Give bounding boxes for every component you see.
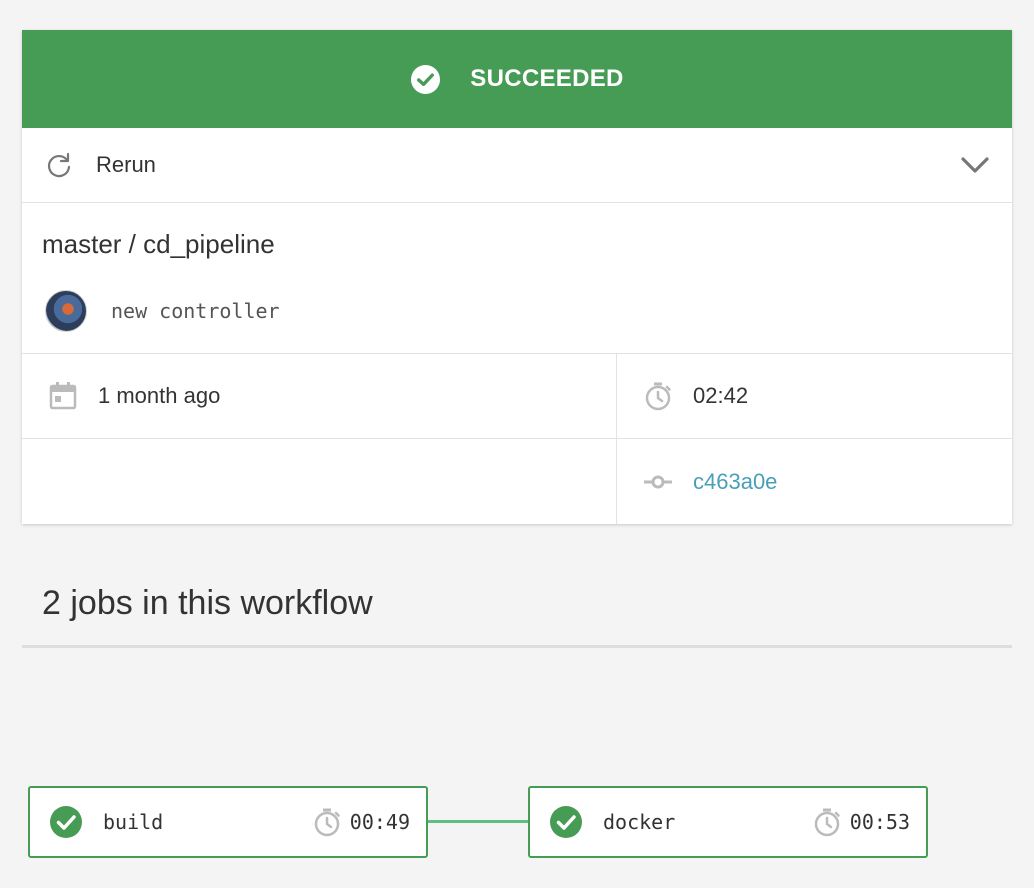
- workflow-card: SUCCEEDED Rerun master / cd_pipeline new…: [22, 30, 1012, 524]
- divider: [22, 645, 1012, 648]
- chevron-down-icon[interactable]: [960, 150, 990, 180]
- job-duration: 00:53: [849, 810, 910, 834]
- status-banner: SUCCEEDED: [22, 30, 1012, 128]
- started-time: 1 month ago: [98, 383, 221, 408]
- job-name: docker: [603, 810, 676, 834]
- workflow-info-grid: 1 month ago 02:42 c463a0e: [22, 354, 1012, 524]
- timer-icon: [314, 808, 340, 837]
- commit-icon: [644, 475, 672, 488]
- check-circle-icon: [50, 806, 82, 838]
- timer-icon: [814, 808, 840, 837]
- empty-cell: [22, 439, 617, 524]
- check-circle-icon: [411, 64, 441, 94]
- rerun-button[interactable]: Rerun: [22, 128, 1012, 203]
- started-cell: 1 month ago: [22, 354, 617, 439]
- job-name: build: [103, 810, 164, 834]
- commit-row: new controller: [45, 290, 280, 332]
- job-connector: [428, 820, 528, 823]
- rerun-label: Rerun: [96, 152, 156, 177]
- commit-message: new controller: [111, 299, 280, 323]
- workflow-duration: 02:42: [693, 383, 749, 408]
- timer-icon: [645, 382, 671, 411]
- check-circle-icon: [550, 806, 582, 838]
- refresh-icon: [47, 152, 71, 178]
- job-duration: 00:49: [349, 810, 410, 834]
- commit-hash-link[interactable]: c463a0e: [693, 469, 777, 495]
- workflow-summary: master / cd_pipeline new controller: [22, 203, 1012, 354]
- jobs-heading: 2 jobs in this workflow: [42, 584, 373, 622]
- branch-pipeline-title: master / cd_pipeline: [42, 229, 275, 259]
- calendar-icon: [49, 382, 77, 410]
- job-card-docker[interactable]: docker 00:53: [528, 786, 928, 858]
- duration-cell: 02:42: [617, 354, 1012, 439]
- avatar: [45, 290, 87, 332]
- job-card-build[interactable]: build 00:49: [28, 786, 428, 858]
- status-label: SUCCEEDED: [470, 65, 624, 92]
- commit-hash-cell: c463a0e: [617, 439, 1012, 524]
